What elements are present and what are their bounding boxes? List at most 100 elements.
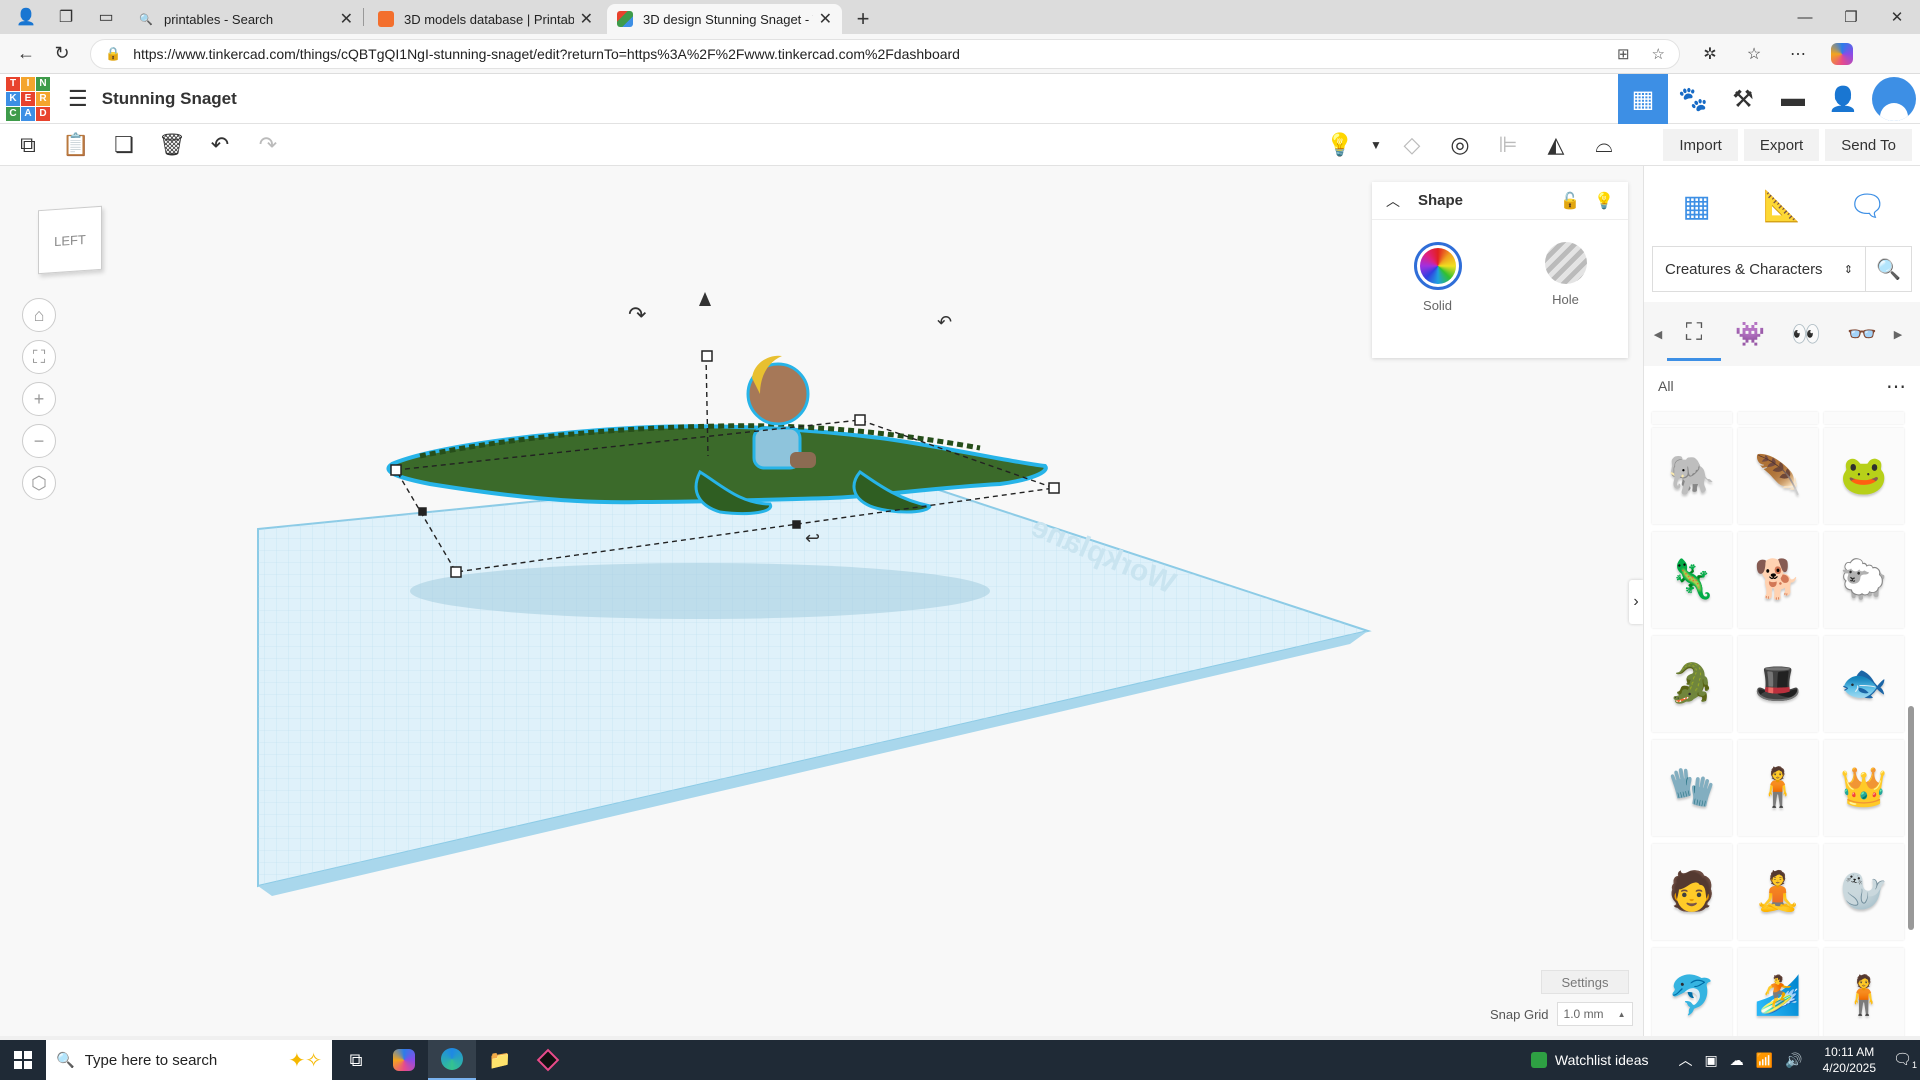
volume-icon[interactable]: 🔊 xyxy=(1785,1052,1802,1069)
more-options-icon[interactable]: ⋯ xyxy=(1886,374,1906,399)
shape-thumbnail[interactable]: 🏄 xyxy=(1738,948,1818,1036)
edge-handle[interactable] xyxy=(792,520,801,529)
lock-icon[interactable]: 🔒 xyxy=(105,46,121,62)
shape-thumbnail[interactable]: 🐊 xyxy=(1652,636,1732,732)
shape-thumbnail[interactable]: 🎩 xyxy=(1738,636,1818,732)
shape-thumbnail[interactable]: 🧍 xyxy=(1824,948,1904,1036)
tab-actions-icon[interactable]: ▭ xyxy=(88,2,124,32)
close-window-icon[interactable]: ✕ xyxy=(1874,0,1920,34)
home-view-icon[interactable]: ⌂ xyxy=(22,298,56,332)
dropdown-chevron-icon[interactable]: ▼ xyxy=(1364,124,1388,166)
shape-thumbnail-partial[interactable] xyxy=(1824,412,1904,424)
glasses-category-icon[interactable]: 👓 xyxy=(1835,307,1889,361)
lift-arrow-icon[interactable] xyxy=(699,292,711,306)
taskbar-search[interactable]: 🔍 Type here to search ✦✧ xyxy=(46,1040,332,1080)
copilot-icon[interactable] xyxy=(1824,42,1860,65)
export-button[interactable]: Export xyxy=(1743,129,1820,161)
edge-handle[interactable] xyxy=(418,507,427,516)
rotate-x-icon[interactable]: ↷ xyxy=(628,303,646,328)
shape-thumbnail[interactable]: 🧍 xyxy=(1738,740,1818,836)
browser-tab-printables[interactable]: 3D models database | Printables.c ✕ xyxy=(368,4,603,34)
tinkercad-logo[interactable]: TIN KER CAD xyxy=(6,76,50,121)
lock-icon[interactable]: 🔓 xyxy=(1560,191,1580,211)
shape-thumbnail[interactable]: 🧑 xyxy=(1652,844,1732,940)
view-cube[interactable]: LEFT xyxy=(30,200,106,278)
back-icon[interactable]: ← xyxy=(8,38,44,70)
rotate-y-icon[interactable]: ↶ xyxy=(937,312,952,333)
blocks-button[interactable]: ⚒ xyxy=(1718,74,1768,124)
zoom-in-icon[interactable]: + xyxy=(22,382,56,416)
visibility-bulb-icon[interactable]: 💡 xyxy=(1594,191,1614,211)
shape-thumbnail[interactable]: 🪶 xyxy=(1738,428,1818,524)
notes-tab-icon[interactable]: 🗨 xyxy=(1842,181,1892,231)
cruise-icon[interactable]: ⌓ xyxy=(1580,124,1628,166)
workspaces-icon[interactable]: ❐ xyxy=(48,2,84,32)
ungroup-icon[interactable]: ◎ xyxy=(1436,124,1484,166)
mirror-icon[interactable]: ◭ xyxy=(1532,124,1580,166)
profile-icon[interactable]: 👤 xyxy=(8,2,44,32)
carousel-prev-icon[interactable]: ◀ xyxy=(1650,328,1666,341)
app-diamond-icon[interactable] xyxy=(524,1040,572,1080)
perspective-icon[interactable]: ⬡ xyxy=(22,466,56,500)
monster-category-icon[interactable]: 👾 xyxy=(1723,307,1777,361)
network-icon[interactable]: 📶 xyxy=(1756,1052,1773,1069)
zoom-out-icon[interactable]: − xyxy=(22,424,56,458)
more-options-icon[interactable]: ⋯ xyxy=(1780,44,1816,64)
solid-option[interactable]: Solid xyxy=(1413,242,1462,313)
fit-view-icon[interactable]: ⛶ xyxy=(22,340,56,374)
send-to-button[interactable]: Send To xyxy=(1825,129,1912,161)
shape-thumbnail[interactable]: 🐬 xyxy=(1652,948,1732,1036)
duplicate-icon[interactable]: ❏ xyxy=(100,124,148,166)
all-shapes-category-icon[interactable]: ⛶ xyxy=(1667,307,1721,361)
sim-lab-button[interactable]: 🐾 xyxy=(1668,74,1718,124)
browser-tab-search[interactable]: 🔍 printables - Search ✕ xyxy=(128,4,363,34)
3d-workspace[interactable]: Workplane ↷ ↶ ↩ LEFT ⌂ ⛶ + − ⬡ ︿ Shape 🔓… xyxy=(0,166,1643,1036)
copilot-app-icon[interactable] xyxy=(380,1040,428,1080)
hole-option[interactable]: Hole xyxy=(1544,242,1587,313)
redo-icon[interactable]: ↷ xyxy=(244,124,292,166)
delete-icon[interactable]: 🗑 xyxy=(148,124,196,166)
show-hidden-icons-icon[interactable]: ︿ xyxy=(1679,1050,1693,1070)
copy-icon[interactable]: ⧉ xyxy=(4,124,52,166)
app-available-icon[interactable]: ⊞ xyxy=(1617,45,1630,63)
minimize-icon[interactable]: — xyxy=(1782,0,1828,34)
resize-handle[interactable] xyxy=(854,414,866,426)
task-view-icon[interactable]: ⧉ xyxy=(332,1040,380,1080)
shape-category-select[interactable]: Creatures & Characters ⇕ xyxy=(1652,246,1866,292)
close-tab-icon[interactable]: ✕ xyxy=(819,9,832,29)
settings-button[interactable]: Settings xyxy=(1541,970,1629,994)
shape-thumbnail[interactable]: 🧤 xyxy=(1652,740,1732,836)
resize-handle[interactable] xyxy=(450,566,462,578)
new-tab-button[interactable]: + xyxy=(846,4,880,34)
collapse-panel-button[interactable]: › xyxy=(1629,580,1643,624)
browser-tab-tinkercad[interactable]: 3D design Stunning Snaget - Tink ✕ xyxy=(607,4,842,34)
carousel-next-icon[interactable]: ▶ xyxy=(1890,328,1906,341)
shape-thumbnail[interactable]: 🐑 xyxy=(1824,532,1904,628)
import-button[interactable]: Import xyxy=(1663,129,1738,161)
watchlist-widget[interactable]: Watchlist ideas xyxy=(1530,1052,1649,1068)
design-menu-icon[interactable]: ☰ xyxy=(68,86,88,112)
view-cube-face[interactable]: LEFT xyxy=(38,205,102,275)
eyes-category-icon[interactable]: 👀 xyxy=(1779,307,1833,361)
snap-grid-select[interactable]: 1.0 mm ▲ xyxy=(1556,1002,1633,1026)
rotate-z-icon[interactable]: ↩ xyxy=(805,528,820,549)
url-field[interactable]: 🔒 https://www.tinkercad.com/things/cQBTg… xyxy=(90,38,1680,69)
light-bulb-icon[interactable]: 💡 xyxy=(1316,124,1364,166)
shape-thumbnail[interactable]: 👑 xyxy=(1824,740,1904,836)
group-icon[interactable]: ◇ xyxy=(1388,124,1436,166)
collapse-chevron-icon[interactable]: ︿ xyxy=(1386,191,1400,211)
search-shapes-button[interactable]: 🔍 xyxy=(1866,246,1912,292)
shape-thumbnail[interactable]: 🦭 xyxy=(1824,844,1904,940)
notifications-icon[interactable]: 🗨1 xyxy=(1890,1050,1920,1070)
shape-thumbnail-partial[interactable] xyxy=(1738,412,1818,424)
shape-thumbnail[interactable]: 🐘 xyxy=(1652,428,1732,524)
resize-handle[interactable] xyxy=(390,464,402,476)
meet-now-icon[interactable]: ▣ xyxy=(1705,1052,1718,1069)
height-handle[interactable] xyxy=(701,350,713,362)
panel-scrollbar[interactable] xyxy=(1908,706,1914,930)
ruler-tab-icon[interactable]: 📐 xyxy=(1757,181,1807,231)
onedrive-icon[interactable]: ☁ xyxy=(1730,1052,1744,1069)
close-tab-icon[interactable]: ✕ xyxy=(580,9,593,29)
shape-thumbnail[interactable]: 🧘 xyxy=(1738,844,1818,940)
shape-thumbnail[interactable]: 🐕 xyxy=(1738,532,1818,628)
